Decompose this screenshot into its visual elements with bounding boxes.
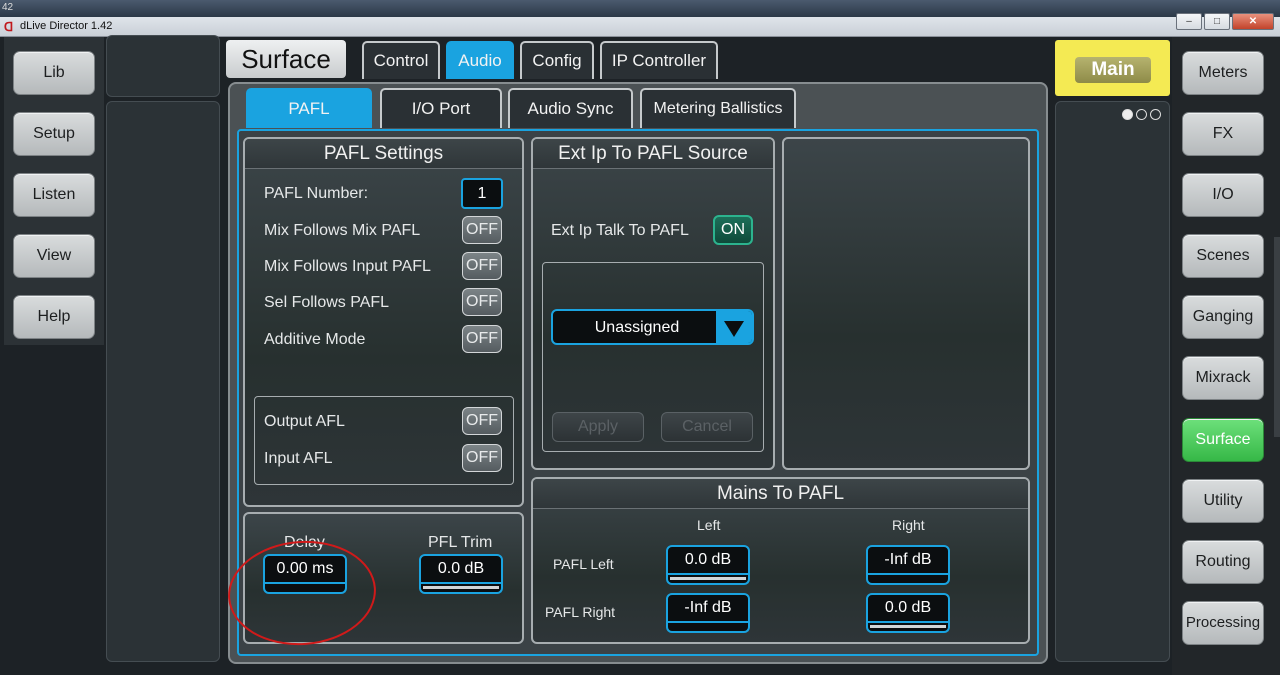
page-title: Surface (226, 40, 346, 78)
row-pafl-right-label: PAFL Right (545, 604, 616, 620)
pafl-right-left-value: -Inf dB (666, 593, 750, 623)
tab-config[interactable]: Config (520, 41, 594, 79)
tab-audio[interactable]: Audio (446, 41, 514, 79)
input-afl-toggle[interactable]: OFF (462, 444, 502, 472)
mix-follows-input-pafl-label: Mix Follows Input PAFL (264, 258, 431, 275)
pafl-settings-title: PAFL Settings (245, 139, 522, 169)
main-button[interactable]: Main (1055, 40, 1170, 96)
output-afl-label: Output AFL (264, 413, 345, 430)
left-nav: Lib Setup Listen View Help (4, 37, 104, 345)
cancel-button[interactable]: Cancel (661, 412, 753, 442)
nav-setup-button[interactable]: Setup (13, 112, 95, 156)
page-indicator (1122, 109, 1161, 120)
nav-listen-button[interactable]: Listen (13, 173, 95, 217)
nav-fx-button[interactable]: FX (1182, 112, 1264, 156)
input-afl-label: Input AFL (264, 450, 333, 467)
nav-ganging-button[interactable]: Ganging (1182, 295, 1264, 339)
subtab-io-port[interactable]: I/O Port (380, 88, 502, 128)
level-bar (666, 623, 750, 633)
background-panel (1055, 101, 1170, 662)
app-logo-icon: ᗡ (4, 20, 14, 34)
background-panel (106, 101, 220, 662)
pfl-trim-control[interactable]: 0.0 dB (419, 554, 503, 596)
nav-routing-button[interactable]: Routing (1182, 540, 1264, 584)
nav-help-button[interactable]: Help (13, 295, 95, 339)
right-nav: Meters FX I/O Scenes Ganging Mixrack Sur… (1172, 37, 1280, 675)
nav-scenes-button[interactable]: Scenes (1182, 234, 1264, 278)
sel-follows-pafl-toggle[interactable]: OFF (462, 288, 502, 316)
ext-ip-title: Ext Ip To PAFL Source (533, 139, 773, 169)
mix-follows-mix-pafl-toggle[interactable]: OFF (462, 216, 502, 244)
additive-mode-label: Additive Mode (264, 331, 366, 348)
pafl-number-field[interactable]: 1 (461, 178, 503, 209)
ext-ip-talk-toggle[interactable]: ON (713, 215, 753, 245)
level-bar (666, 575, 750, 585)
tab-ip-controller[interactable]: IP Controller (600, 41, 718, 79)
pafl-right-right-value: 0.0 dB (866, 593, 950, 623)
pfl-trim-label: PFL Trim (428, 534, 493, 551)
delay-value: 0.00 ms (263, 554, 347, 584)
mix-follows-input-pafl-toggle[interactable]: OFF (462, 252, 502, 280)
chevron-down-icon[interactable] (716, 311, 752, 343)
close-button[interactable]: ✕ (1232, 13, 1274, 30)
pafl-left-right-value: -Inf dB (866, 545, 950, 575)
nav-processing-button[interactable]: Processing (1182, 601, 1264, 645)
taskbar-strip: 42 (0, 0, 1280, 17)
minimize-button[interactable]: – (1176, 13, 1202, 30)
pfl-trim-level-fill (423, 586, 499, 589)
sel-follows-pafl-label: Sel Follows PAFL (264, 294, 390, 311)
empty-panel (782, 137, 1030, 470)
pafl-left-left-value: 0.0 dB (666, 545, 750, 575)
level-fill (670, 577, 746, 580)
app-stage: Lib Setup Listen View Help Meters FX I/O… (0, 35, 1280, 675)
col-left-label: Left (697, 517, 721, 533)
mix-follows-mix-pafl-label: Mix Follows Mix PAFL (264, 222, 421, 239)
maximize-button[interactable]: □ (1204, 13, 1230, 30)
additive-mode-toggle[interactable]: OFF (462, 325, 502, 353)
pafl-right-left-control[interactable]: -Inf dB (666, 593, 750, 635)
subtab-audio-sync[interactable]: Audio Sync (508, 88, 633, 128)
nav-meters-button[interactable]: Meters (1182, 51, 1264, 95)
nav-io-button[interactable]: I/O (1182, 173, 1264, 217)
delay-control[interactable]: 0.00 ms (263, 554, 347, 596)
level-fill (870, 625, 946, 628)
subtab-metering-ballistics[interactable]: Metering Ballistics (640, 88, 796, 128)
pfl-trim-level-bar (419, 584, 503, 594)
ext-ip-talk-label: Ext Ip Talk To PAFL (551, 222, 689, 239)
page-dot[interactable] (1150, 109, 1161, 120)
output-afl-toggle[interactable]: OFF (462, 407, 502, 435)
pafl-left-right-control[interactable]: -Inf dB (866, 545, 950, 587)
apply-button[interactable]: Apply (552, 412, 644, 442)
pafl-right-right-control[interactable]: 0.0 dB (866, 593, 950, 635)
background-panel (106, 35, 220, 97)
page-dot[interactable] (1136, 109, 1147, 120)
pfl-trim-value: 0.0 dB (419, 554, 503, 584)
pafl-number-label: PAFL Number: (264, 185, 369, 202)
window-controls: – □ ✕ (1176, 13, 1274, 30)
scrollbar[interactable] (1274, 237, 1280, 437)
mains-to-pafl-title: Mains To PAFL (533, 479, 1028, 509)
window-titlebar: ᗡ dLive Director 1.42 (0, 17, 1280, 37)
nav-utility-button[interactable]: Utility (1182, 479, 1264, 523)
nav-mixrack-button[interactable]: Mixrack (1182, 356, 1264, 400)
col-right-label: Right (892, 517, 925, 533)
tab-control[interactable]: Control (362, 41, 440, 79)
row-pafl-left-label: PAFL Left (553, 556, 614, 572)
pafl-left-left-control[interactable]: 0.0 dB (666, 545, 750, 587)
pafl-source-dropdown[interactable]: Unassigned (551, 309, 754, 345)
subtab-pafl[interactable]: PAFL (246, 88, 372, 128)
pafl-source-value: Unassigned (594, 319, 680, 336)
delay-level-bar (263, 584, 347, 594)
window-title: dLive Director 1.42 (20, 20, 113, 32)
main-button-label: Main (1075, 57, 1151, 83)
level-bar (866, 575, 950, 585)
nav-surface-button[interactable]: Surface (1182, 418, 1264, 462)
page-dot[interactable] (1122, 109, 1133, 120)
delay-label: Delay (284, 534, 325, 551)
version-corner: 42 (2, 2, 14, 13)
nav-lib-button[interactable]: Lib (13, 51, 95, 95)
level-bar (866, 623, 950, 633)
nav-view-button[interactable]: View (13, 234, 95, 278)
